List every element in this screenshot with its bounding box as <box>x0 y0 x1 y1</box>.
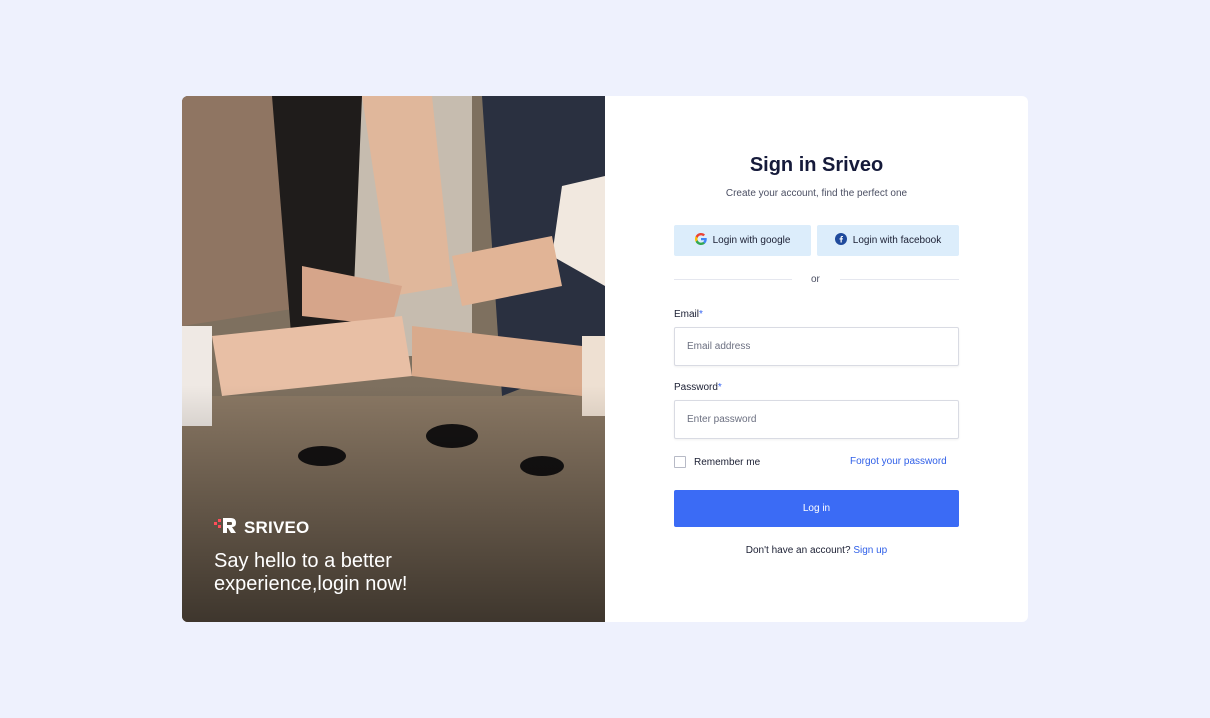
google-icon <box>694 233 707 248</box>
facebook-icon <box>834 233 847 248</box>
email-input[interactable] <box>674 327 959 366</box>
password-input[interactable] <box>674 400 959 439</box>
page-title: Sign in Sriveo <box>749 154 884 176</box>
hero-image: SRIVEO Say hello to a better experience,… <box>182 96 605 622</box>
divider-or: or <box>811 274 820 285</box>
password-label-text: Password <box>674 382 718 393</box>
login-button[interactable]: Log in <box>674 490 959 527</box>
brand-name: SRIVEO <box>244 517 310 537</box>
required-marker: * <box>699 309 703 320</box>
remember-checkbox[interactable] <box>674 456 686 468</box>
required-marker: * <box>717 382 722 393</box>
remember-label: Remember me <box>694 456 761 468</box>
page-subtitle: Create your account, find the perfect on… <box>725 188 908 199</box>
email-label-text: Email <box>674 309 700 320</box>
brand-logo: SRIVEO <box>214 516 309 539</box>
email-label: Email* <box>674 309 703 320</box>
team-fist-bump-photo <box>182 96 605 622</box>
forgot-password-link[interactable]: Forgot your password <box>850 456 947 467</box>
signup-prompt: Don't have an account? Sign up <box>605 545 1028 556</box>
google-login-label: Login with google <box>712 235 791 246</box>
divider-right <box>840 279 959 280</box>
sriveo-logo-icon <box>214 516 238 539</box>
facebook-login-button[interactable]: Login with facebook <box>817 225 959 256</box>
signup-link[interactable]: Sign up <box>853 545 887 556</box>
remember-me[interactable]: Remember me <box>674 456 760 468</box>
signup-prompt-text: Don't have an account? <box>745 545 851 556</box>
facebook-login-label: Login with facebook <box>852 235 942 246</box>
divider-left <box>674 279 792 280</box>
hero-tagline: Say hello to a better experience,login n… <box>214 550 408 595</box>
google-login-button[interactable]: Login with google <box>674 225 811 256</box>
password-label: Password* <box>674 382 722 393</box>
